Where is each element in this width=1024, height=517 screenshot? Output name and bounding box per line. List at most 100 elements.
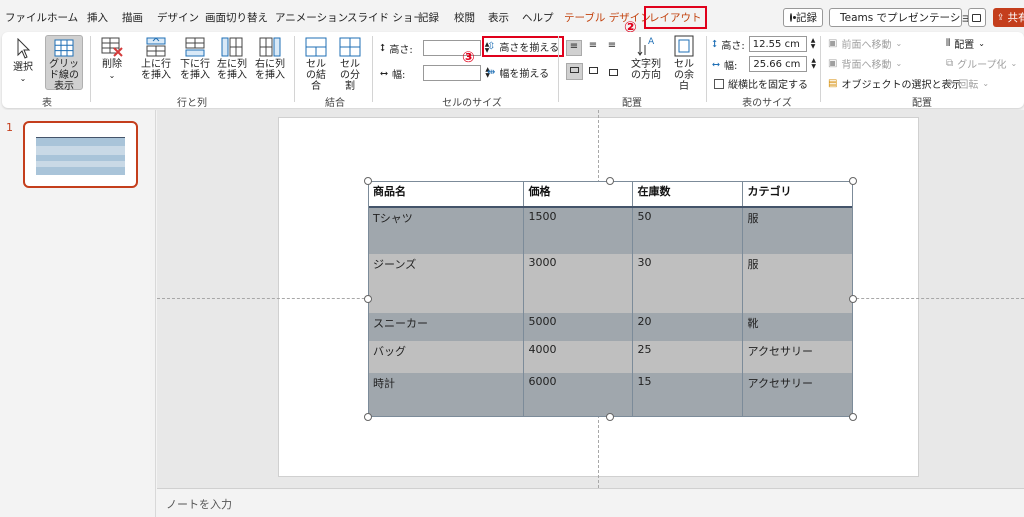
share-button[interactable]: ⇪ 共有 — [993, 8, 1024, 27]
header-cell[interactable]: カテゴリ — [742, 181, 853, 208]
selection-pane-button[interactable]: ▤ オブジェクトの選択と表示 — [828, 76, 961, 91]
table-height-label: 高さ: — [721, 40, 745, 52]
tab-table-design[interactable]: テーブル デザイン — [564, 10, 651, 25]
table-cell[interactable]: 時計 — [368, 373, 524, 417]
table-width-input[interactable]: 25.66 cm — [749, 56, 808, 72]
table-cell[interactable]: ジーンズ — [368, 254, 524, 313]
header-cell[interactable]: 価格 — [523, 181, 633, 208]
insert-right-button[interactable]: 右に列を挿入 — [252, 37, 288, 81]
resize-handle-bottom-left[interactable] — [364, 413, 372, 421]
table-cell[interactable]: 20 — [632, 313, 743, 341]
table-cell[interactable]: バッグ — [368, 341, 524, 373]
cell-width-label: 幅: — [392, 69, 406, 81]
table-cell[interactable]: アクセサリー — [742, 341, 853, 373]
tab-layout[interactable]: レイアウト — [644, 6, 707, 29]
tab-design[interactable]: デザイン — [157, 10, 199, 25]
notes-pane[interactable]: ノートを入力 — [157, 488, 1024, 517]
tab-transitions[interactable]: 画面切り替え — [205, 10, 268, 25]
group-divider — [820, 36, 821, 102]
step3-annotation: ③ — [462, 48, 475, 66]
resize-handle-bottom-right[interactable] — [849, 413, 857, 421]
insert-right-label: 右に列を挿入 — [255, 59, 285, 81]
align-bottom-icon[interactable] — [606, 63, 623, 80]
table-cell[interactable]: 50 — [632, 207, 743, 254]
align-left-icon[interactable]: ≡ — [566, 40, 582, 56]
resize-handle-top-left[interactable] — [364, 177, 372, 185]
align-center-icon[interactable]: ≡ — [585, 40, 601, 56]
text-direction-button[interactable]: A 文字列の方向 — [627, 35, 665, 81]
insert-above-label: 上に行を挿入 — [141, 59, 171, 81]
table-cell[interactable]: スニーカー — [368, 313, 524, 341]
lock-aspect-checkbox[interactable] — [714, 78, 724, 89]
table-cell[interactable]: 服 — [742, 207, 853, 254]
table-cell[interactable]: 1500 — [523, 207, 633, 254]
align-top-icon[interactable] — [566, 63, 583, 80]
teams-button-label: Teams でプレゼンテーション — [840, 12, 982, 24]
table-cell[interactable]: 4000 — [523, 341, 633, 373]
table-height-input[interactable]: 12.55 cm — [748, 36, 807, 52]
split-cells-icon — [339, 37, 361, 57]
table-width-icon: ⭤ — [712, 58, 720, 70]
tab-insert[interactable]: 挿入 — [87, 10, 108, 25]
rotate-button[interactable]: ⟳ 回転 ⌄ — [946, 76, 989, 91]
send-backward-button[interactable]: ▣ 背面へ移動 ⌄ — [828, 56, 902, 71]
insert-below-button[interactable]: 下に行を挿入 — [177, 37, 213, 81]
insert-left-button[interactable]: 左に列を挿入 — [214, 37, 250, 81]
tab-draw[interactable]: 描画 — [122, 10, 143, 25]
table-cell[interactable]: 30 — [632, 254, 743, 313]
insert-above-button[interactable]: 上に行を挿入 — [138, 37, 174, 81]
align-right-icon[interactable]: ≡ — [604, 40, 620, 56]
select-label: 選択 — [13, 62, 33, 73]
table-cell[interactable]: 靴 — [742, 313, 853, 341]
split-label: セルの分割 — [340, 59, 360, 92]
cell-width-input[interactable] — [423, 65, 482, 81]
lock-aspect-ratio[interactable]: 縦横比を固定する — [714, 76, 808, 91]
table-cell[interactable]: Tシャツ — [368, 207, 524, 254]
insert-column-right-icon — [259, 37, 281, 57]
merge-cells-button[interactable]: セルの結合 — [301, 37, 331, 92]
split-cells-button[interactable]: セルの分割 — [335, 37, 365, 92]
slide-thumbnail[interactable] — [23, 121, 138, 188]
tab-view[interactable]: 表示 — [488, 10, 509, 25]
cell-height-icon: ⭥ — [380, 42, 386, 54]
product-table[interactable]: 商品名 価格 在庫数 カテゴリ Tシャツ 1500 50 服 ジーンズ 3000… — [368, 181, 853, 417]
tab-review[interactable]: 校閲 — [454, 10, 475, 25]
table-cell[interactable]: 服 — [742, 254, 853, 313]
tab-file[interactable]: ファイル — [5, 10, 47, 25]
resize-handle-left[interactable] — [364, 295, 372, 303]
bring-forward-button[interactable]: ▣ 前面へ移動 ⌄ — [828, 36, 902, 51]
resize-handle-bottom[interactable] — [606, 413, 614, 421]
table-cell[interactable]: 6000 — [523, 373, 633, 417]
tab-help[interactable]: ヘルプ — [522, 10, 554, 25]
merge-cells-icon — [305, 37, 327, 57]
cell-margins-button[interactable]: セルの余白 — [669, 35, 699, 92]
thumbnail-row — [36, 146, 125, 155]
record-button[interactable]: 記録 — [783, 8, 823, 27]
table-cell[interactable]: アクセサリー — [742, 373, 853, 417]
align-objects-button[interactable]: ⫴ 配置 ⌄ — [946, 36, 985, 51]
resize-handle-right[interactable] — [849, 295, 857, 303]
table-cell[interactable]: 5000 — [523, 313, 633, 341]
distribute-columns-button[interactable]: ⇹ 幅を揃える — [487, 65, 549, 80]
teams-present-button[interactable]: Teams でプレゼンテーション — [829, 8, 981, 27]
table-cell[interactable]: 15 — [632, 373, 743, 417]
comments-button[interactable] — [968, 8, 986, 27]
align-middle-icon[interactable] — [586, 63, 603, 80]
tab-record[interactable]: 記録 — [418, 10, 439, 25]
tab-home[interactable]: ホーム — [47, 10, 78, 25]
group-objects-button[interactable]: ⧉ グループ化 ⌄ — [946, 56, 1017, 71]
select-button[interactable]: 選択 ⌄ — [8, 38, 38, 84]
header-cell[interactable]: 商品名 — [368, 181, 524, 208]
tab-slideshow[interactable]: スライド ショー — [347, 10, 424, 25]
tab-animations[interactable]: アニメーション — [275, 10, 348, 25]
table-cell[interactable]: 3000 — [523, 254, 633, 313]
distribute-rows-button[interactable]: ⇳ 高さを揃える — [482, 36, 565, 57]
table-width-spinner[interactable]: ▲ ▼ — [811, 58, 816, 70]
gridlines-button[interactable]: グリッド線の表示 — [45, 35, 83, 92]
resize-handle-top[interactable] — [606, 177, 614, 185]
table-cell[interactable]: 25 — [632, 341, 743, 373]
header-cell[interactable]: 在庫数 — [632, 181, 743, 208]
table-height-spinner[interactable]: ▲ ▼ — [811, 38, 816, 50]
resize-handle-top-right[interactable] — [849, 177, 857, 185]
delete-button[interactable]: 削除 ⌄ — [98, 37, 126, 81]
